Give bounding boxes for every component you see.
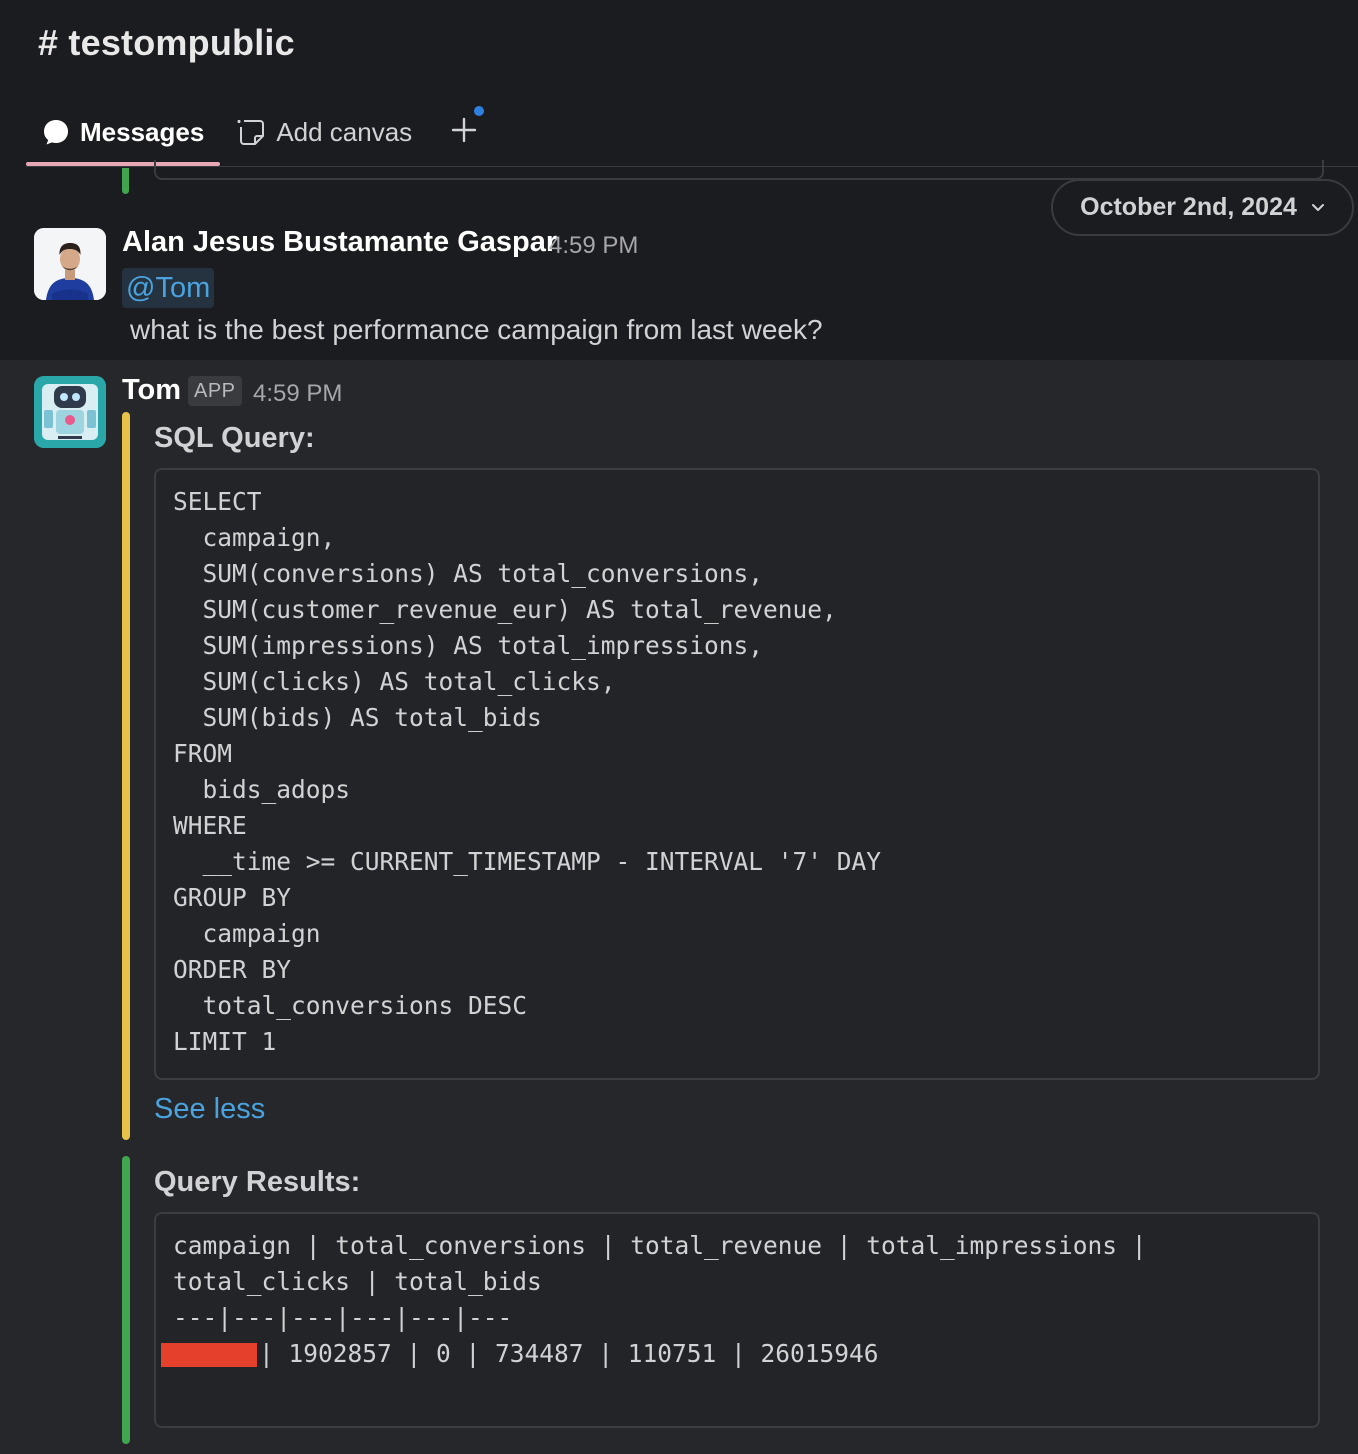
add-canvas-icon [236, 117, 266, 147]
channel-header: # testompublic Messages Add canvas [0, 0, 1358, 168]
results-code-line: ---|---|---|---|---|--- [173, 1303, 513, 1332]
sql-code-line: SUM(impressions) AS total_impressions, [173, 631, 764, 660]
add-tab-button[interactable] [442, 106, 486, 156]
sql-code-line: bids_adops [173, 775, 351, 804]
results-code-block: campaign | total_conversions | total_rev… [154, 1212, 1320, 1428]
chevron-down-icon [1311, 203, 1325, 213]
sql-code-line: SELECT [173, 487, 262, 516]
sql-attachment-bar [122, 412, 130, 1140]
sql-code-line: SUM(conversions) AS total_conversions, [173, 559, 764, 588]
message-timestamp[interactable]: 4:59 PM [549, 232, 638, 260]
results-code-line: campaign | total_conversions | total_rev… [173, 1231, 1147, 1260]
results-code-line: total_clicks | total_bids [173, 1267, 542, 1296]
sql-code-line: WHERE [173, 811, 247, 840]
sql-code-line: campaign [173, 919, 321, 948]
app-badge: APP [188, 376, 242, 406]
tab-add-canvas-label: Add canvas [276, 116, 413, 147]
redacted-campaign-name [161, 1343, 257, 1367]
plus-icon [451, 117, 477, 148]
results-data-row: | 1902857 | 0 | 734487 | 110751 | 260159… [161, 1336, 1301, 1372]
user-mention[interactable]: @Tom [122, 268, 215, 308]
results-code-lines: campaign | total_conversions | total_rev… [173, 1228, 1301, 1336]
sql-code-block: SELECT campaign, SUM(conversions) AS tot… [154, 468, 1320, 1080]
message-author[interactable]: Tom [122, 374, 181, 407]
notification-dot [474, 106, 485, 116]
sql-code-line: LIMIT 1 [173, 1027, 277, 1056]
sql-code-line: ORDER BY [173, 955, 292, 984]
channel-title[interactable]: # testompublic [38, 22, 295, 64]
sql-block-title: SQL Query: [154, 422, 315, 454]
sql-code-line: SUM(customer_revenue_eur) AS total_reven… [173, 595, 837, 624]
previous-attachment-tail [154, 160, 1324, 180]
results-block-title: Query Results: [154, 1166, 361, 1198]
tab-messages-label: Messages [80, 116, 205, 147]
sql-code-line: total_conversions DESC [173, 991, 528, 1020]
sql-code-line: __time >= CURRENT_TIMESTAMP - INTERVAL '… [173, 847, 882, 876]
avatar-alan[interactable] [34, 228, 106, 300]
sql-code-line: SUM(bids) AS total_bids [173, 703, 542, 732]
message-text: what is the best performance campaign fr… [130, 314, 823, 345]
tab-messages[interactable]: Messages [26, 108, 221, 166]
message-author[interactable]: Alan Jesus Bustamante Gaspar [122, 226, 557, 259]
message-timestamp[interactable]: 4:59 PM [253, 380, 342, 408]
results-row-values: | 1902857 | 0 | 734487 | 110751 | 260159… [259, 1339, 879, 1368]
sql-code-line: GROUP BY [173, 883, 292, 912]
sql-code-lines: SELECT campaign, SUM(conversions) AS tot… [173, 484, 1301, 1060]
channel-tabs: Messages Add canvas [26, 106, 486, 168]
sql-code-line: campaign, [173, 523, 336, 552]
results-attachment-bar [122, 1156, 130, 1444]
date-divider-label: October 2nd, 2024 [1080, 193, 1297, 221]
avatar-tom-bot[interactable] [34, 376, 106, 448]
sql-code-line: FROM [173, 739, 233, 768]
date-divider-button[interactable]: October 2nd, 2024 [1051, 179, 1354, 236]
previous-attachment-bar [122, 168, 129, 194]
chat-bubble-icon [42, 118, 70, 146]
sql-code-line: SUM(clicks) AS total_clicks, [173, 667, 616, 696]
see-less-link[interactable]: See less [154, 1093, 265, 1126]
tab-add-canvas[interactable]: Add canvas [220, 108, 428, 156]
message-tom: Tom APP 4:59 PM SQL Query: SELECT campai… [0, 360, 1358, 1454]
